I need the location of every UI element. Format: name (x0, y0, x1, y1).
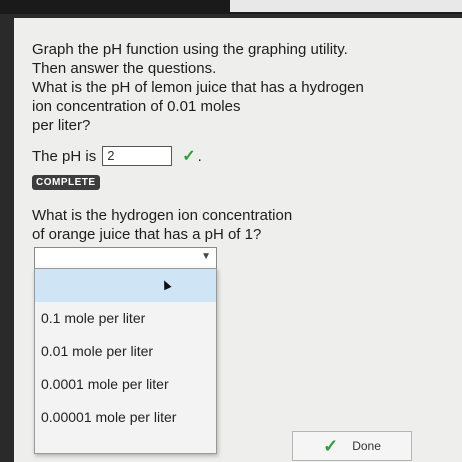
check-icon: ✓ (182, 147, 196, 165)
dropdown-option[interactable]: 0.1 mole per liter (35, 302, 216, 335)
dropdown-option[interactable]: 0.00001 mole per liter (35, 401, 216, 434)
dropdown-menu: 0.1 mole per liter 0.01 mole per liter 0… (34, 268, 217, 454)
question1-line-5: per liter? (32, 117, 91, 134)
question1-line-2: Then answer the questions. (32, 60, 217, 77)
ph-answer-field[interactable]: 2 (102, 146, 173, 166)
dropdown-option[interactable]: 0.01 mole per liter (35, 335, 216, 368)
question1-line-1: Graph the pH function using the graphing… (32, 41, 348, 58)
chevron-down-icon: ▼ (201, 251, 211, 262)
done-button[interactable]: ✓ Done (292, 431, 412, 461)
answer-period: . (197, 147, 202, 165)
question2-line-2: of orange juice that has a pH of 1? (32, 226, 262, 243)
question1-line-3: What is the pH of lemon juice that has a… (32, 79, 364, 96)
ph-answer-label: The pH is (32, 147, 97, 165)
ph-answer-row: The pH is 2 ✓ . (32, 146, 202, 166)
dropdown-option-blank[interactable] (35, 269, 216, 302)
question-panel: Graph the pH function using the graphing… (14, 18, 462, 462)
dropdown-option[interactable]: 0.0001 mole per liter (35, 368, 216, 401)
check-icon: ✓ (323, 435, 339, 456)
status-badge: COMPLETE (32, 175, 100, 190)
hydrogen-concentration-select[interactable]: ▼ (34, 247, 217, 269)
top-bar-highlight (230, 0, 462, 12)
done-label: Done (352, 439, 381, 453)
question1-line-4: ion concentration of 0.01 moles (32, 98, 241, 115)
question2-line-1: What is the hydrogen ion concentration (32, 207, 293, 224)
